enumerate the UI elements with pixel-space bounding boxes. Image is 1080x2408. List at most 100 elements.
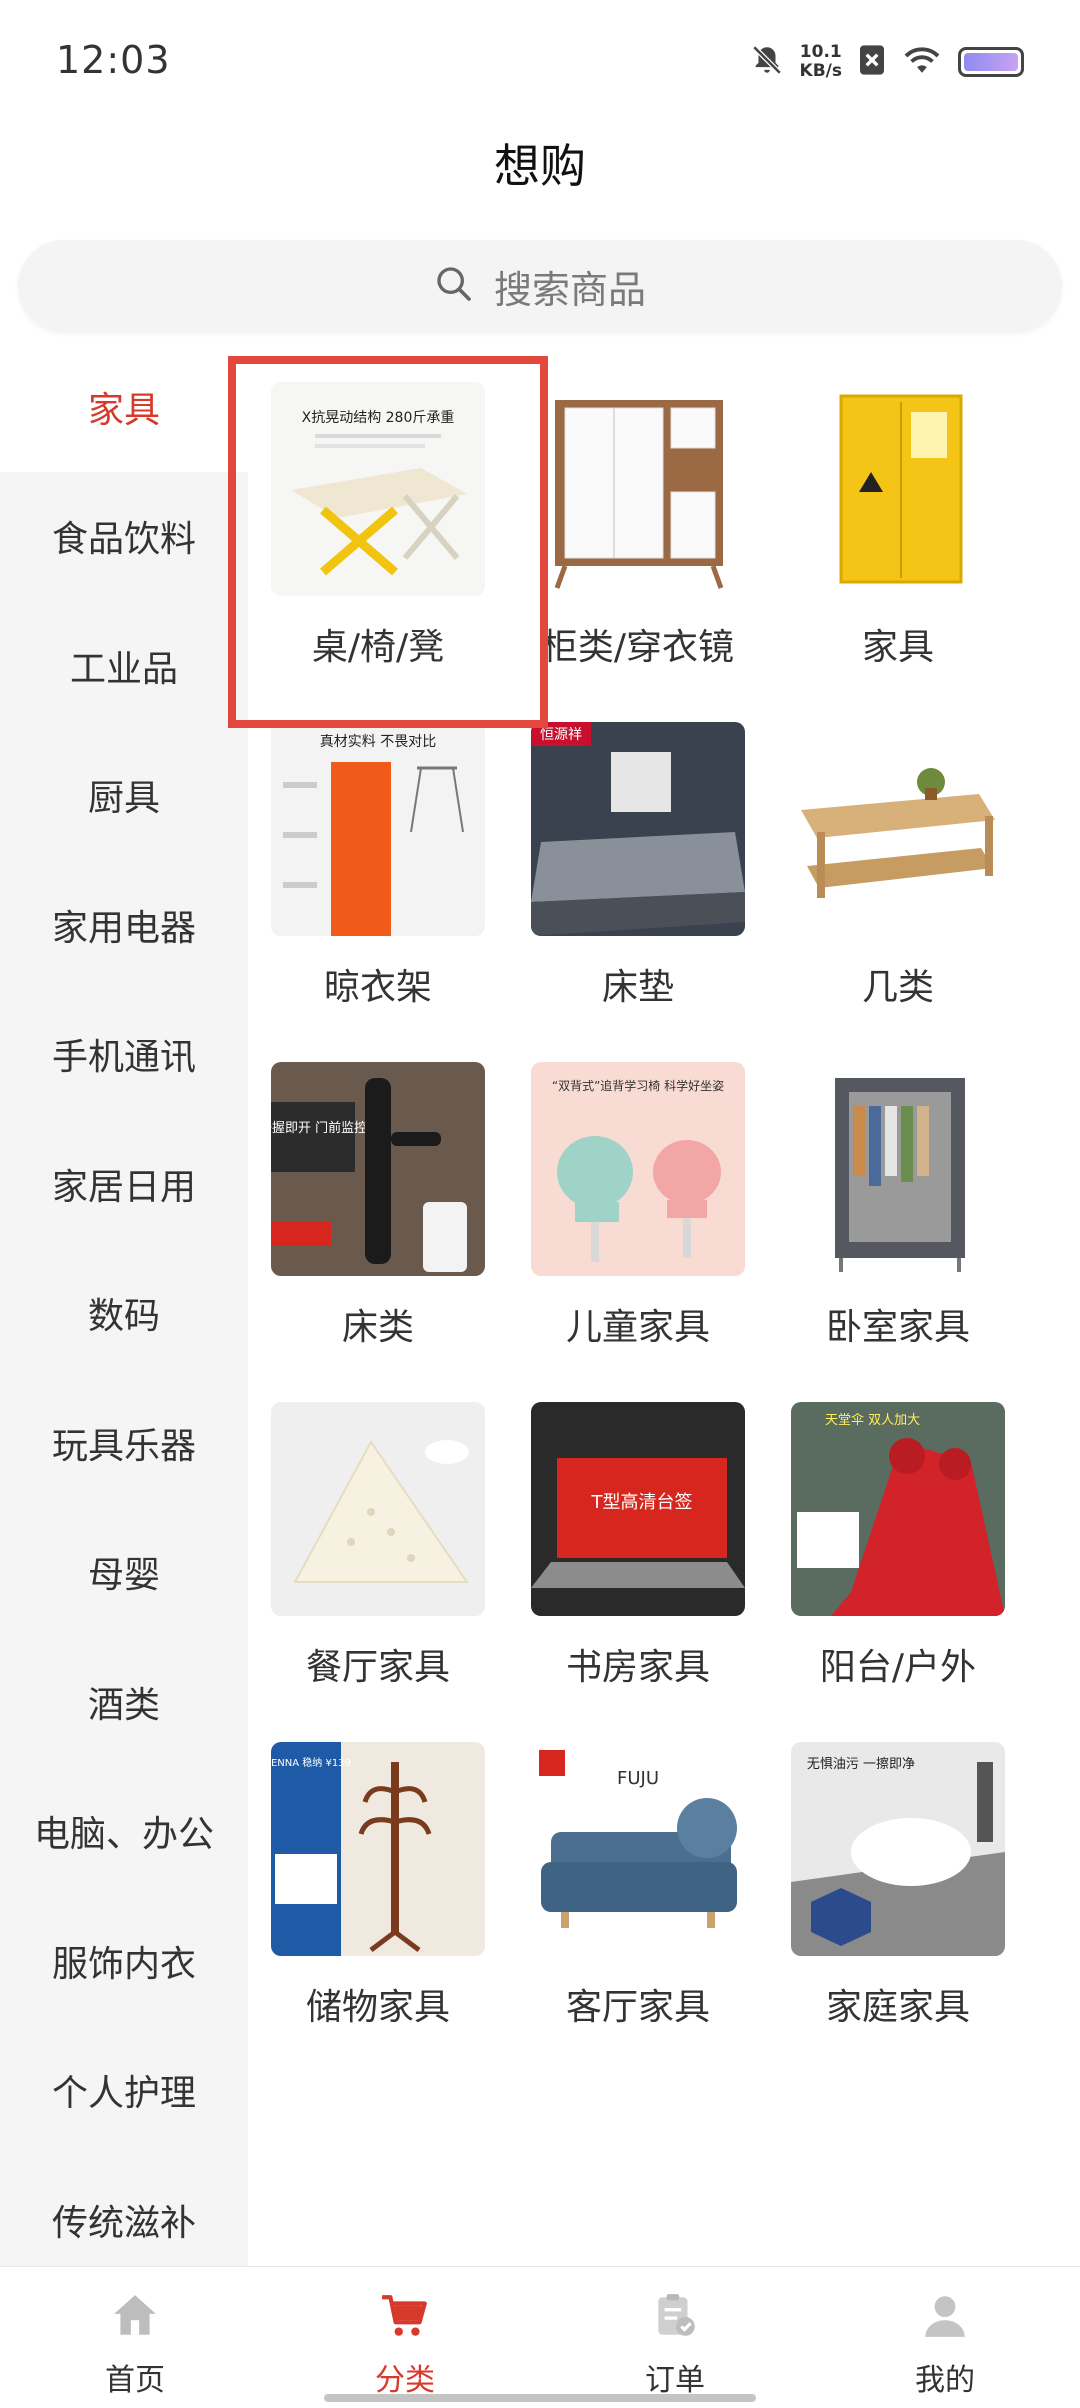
latex-pillow-image: [271, 1402, 485, 1616]
profile-icon: [920, 2291, 970, 2345]
subcategory-item-furniture[interactable]: 家具: [768, 360, 1028, 690]
subcategory-item-storage-furniture[interactable]: WENNA 稳纳 ¥139 储物家具: [248, 1720, 508, 2050]
subcategory-item-side-tables[interactable]: 几类: [768, 700, 1028, 1030]
image-caption: 恒源祥: [540, 727, 582, 743]
status-bar: 12:03 10.1 KB/s: [0, 0, 1080, 124]
subcategory-label: 晾衣架: [323, 967, 432, 1008]
subcategory-label: 桌/椅/凳: [311, 627, 445, 668]
subcategory-item-home-furniture[interactable]: 无惧油污 一擦即净 家庭家具: [768, 1720, 1028, 2050]
nav-label: 订单: [645, 2363, 705, 2398]
subcategory-label: 几类: [861, 967, 934, 1008]
image-caption: 真材实料 不畏对比: [320, 734, 436, 750]
sidebar-item-label: 个人护理: [51, 2073, 196, 2115]
sidebar-item-label: 母婴: [87, 1555, 160, 1597]
nav-orders[interactable]: 订单: [540, 2267, 810, 2408]
image-caption: FUJU: [617, 1768, 659, 1789]
network-speed: 10.1 KB/s: [800, 43, 842, 81]
sidebar-item-apparel[interactable]: 服饰内衣: [0, 1896, 248, 2026]
subcategory-item-balcony-outdoor[interactable]: 天堂伞 双人加大 阳台/户外: [768, 1380, 1028, 1710]
image-caption: X抗晃动结构 280斤承重: [302, 410, 455, 426]
category-sidebar: 家具 食品饮料 工业品 厨具 家用电器 手机通讯 家居日用 数码 玩具乐器 母婴…: [0, 342, 248, 2266]
nav-label: 我的: [915, 2363, 975, 2398]
image-caption: 无惧油污 一擦即净: [807, 1756, 915, 1772]
sidebar-item-food-drinks[interactable]: 食品饮料: [0, 472, 248, 602]
sidebar-item-toys[interactable]: 玩具乐器: [0, 1378, 248, 1508]
nav-label: 首页: [105, 2363, 165, 2398]
subcategory-label: 卧室家具: [825, 1307, 970, 1348]
sidebar-item-label: 家用电器: [51, 907, 196, 949]
sidebar-item-furniture[interactable]: 家具: [0, 342, 248, 472]
sidebar-item-personal-care[interactable]: 个人护理: [0, 2026, 248, 2156]
coffee-table-image: [791, 722, 1005, 936]
subcategory-item-dining-furniture[interactable]: 餐厅家具: [248, 1380, 508, 1710]
subcategory-item-beds[interactable]: 一握即开 门前监控 床类: [248, 1040, 508, 1370]
subcategory-label: 床垫: [601, 967, 674, 1008]
sidebar-item-label: 酒类: [87, 1684, 160, 1726]
sidebar-item-digital[interactable]: 数码: [0, 1249, 248, 1379]
bell-off-icon: [750, 43, 784, 81]
raincoat-image: 天堂伞 双人加大: [791, 1402, 1005, 1616]
sidebar-item-label: 食品饮料: [51, 519, 196, 561]
subcategory-item-bedroom-furniture[interactable]: 卧室家具: [768, 1040, 1028, 1370]
sidebar-item-kitchenware[interactable]: 厨具: [0, 731, 248, 861]
sidebar-item-phones[interactable]: 手机通讯: [0, 990, 248, 1120]
nav-category[interactable]: 分类: [270, 2267, 540, 2408]
search-placeholder: 搜索商品: [493, 267, 646, 312]
subcategory-label: 柜类/穿衣镜: [541, 627, 735, 668]
sidebar-item-alcohol[interactable]: 酒类: [0, 1637, 248, 1767]
subcategory-item-kids-furniture[interactable]: “双背式”追背学习椅 科学好坐姿 儿童家具: [508, 1040, 768, 1370]
subcategory-label: 储物家具: [305, 1987, 450, 2028]
image-caption: 天堂伞 双人加大: [825, 1412, 920, 1428]
subcategory-item-mattresses[interactable]: 恒源祥 床垫: [508, 700, 768, 1030]
nav-label: 分类: [375, 2363, 435, 2398]
subcategory-label: 阳台/户外: [819, 1647, 977, 1688]
sidebar-item-label: 数码: [87, 1296, 160, 1338]
nav-home[interactable]: 首页: [0, 2267, 270, 2408]
speed-value: 10.1: [799, 42, 842, 62]
wifi-icon: [902, 44, 942, 80]
sidebar-item-label: 厨具: [87, 778, 160, 820]
status-icons: 10.1 KB/s: [750, 40, 1024, 84]
order-icon: [650, 2291, 700, 2345]
battery-level: [964, 53, 1018, 71]
sidebar-item-tonics[interactable]: 传统滋补: [0, 2155, 248, 2266]
sidebar-item-label: 传统滋补: [51, 2202, 196, 2244]
sidebar-item-appliances[interactable]: 家用电器: [0, 860, 248, 990]
subcategory-item-drying-racks[interactable]: 真材实料 不畏对比 晾衣架: [248, 700, 508, 1030]
search-icon: [434, 264, 474, 308]
drying-rack-image: 真材实料 不畏对比: [271, 722, 485, 936]
sidebar-item-label: 玩具乐器: [51, 1425, 196, 1467]
sidebar-item-label: 电脑、办公: [33, 1814, 214, 1856]
speed-unit: KB/s: [799, 61, 842, 81]
yellow-cabinet-image: [791, 382, 1005, 596]
sidebar-item-label: 服饰内衣: [51, 1943, 196, 1985]
battery-icon: [958, 47, 1024, 77]
sidebar-item-label: 手机通讯: [51, 1037, 196, 1079]
image-caption: “双背式”追背学习椅 科学好坐姿: [552, 1078, 724, 1093]
status-time: 12:03: [56, 38, 171, 82]
page-title: 想购: [494, 139, 586, 193]
cart-icon: [380, 2291, 430, 2345]
sidebar-item-industrial[interactable]: 工业品: [0, 601, 248, 731]
subcategory-label: 客厅家具: [565, 1987, 710, 2028]
image-caption: WENNA 稳纳 ¥139: [271, 1756, 351, 1769]
sidebar-item-household[interactable]: 家居日用: [0, 1119, 248, 1249]
smart-lock-image: 一握即开 门前监控: [271, 1062, 485, 1276]
search-bar[interactable]: 搜索商品: [18, 240, 1062, 332]
home-indicator: [324, 2394, 756, 2402]
subcategory-label: 家庭家具: [825, 1987, 970, 2028]
sidebar-item-baby[interactable]: 母婴: [0, 1508, 248, 1638]
subcategory-label: 家具: [861, 627, 934, 668]
table-sign-image: T型高清台签: [531, 1402, 745, 1616]
cabinet-image: [531, 382, 745, 596]
category-page: 12:03 10.1 KB/s 想购 搜索商品 家具 食品饮料 工业品 厨具 家…: [0, 0, 1080, 2408]
image-caption: 一握即开 门前监控: [271, 1120, 367, 1136]
subcategory-item-tables-chairs[interactable]: X抗晃动结构 280斤承重 桌/椅/凳: [248, 360, 508, 690]
cleaning-cloth-image: 无惧油污 一擦即净: [791, 1742, 1005, 1956]
subcategory-item-cabinets-mirrors[interactable]: 柜类/穿衣镜: [508, 360, 768, 690]
subcategory-item-living-room-furniture[interactable]: FUJU 客厅家具: [508, 1720, 768, 2050]
sidebar-item-computer-office[interactable]: 电脑、办公: [0, 1767, 248, 1897]
nav-profile[interactable]: 我的: [810, 2267, 1080, 2408]
subcategory-item-study-furniture[interactable]: T型高清台签 书房家具: [508, 1380, 768, 1710]
coat-rack-image: WENNA 稳纳 ¥139: [271, 1742, 485, 1956]
